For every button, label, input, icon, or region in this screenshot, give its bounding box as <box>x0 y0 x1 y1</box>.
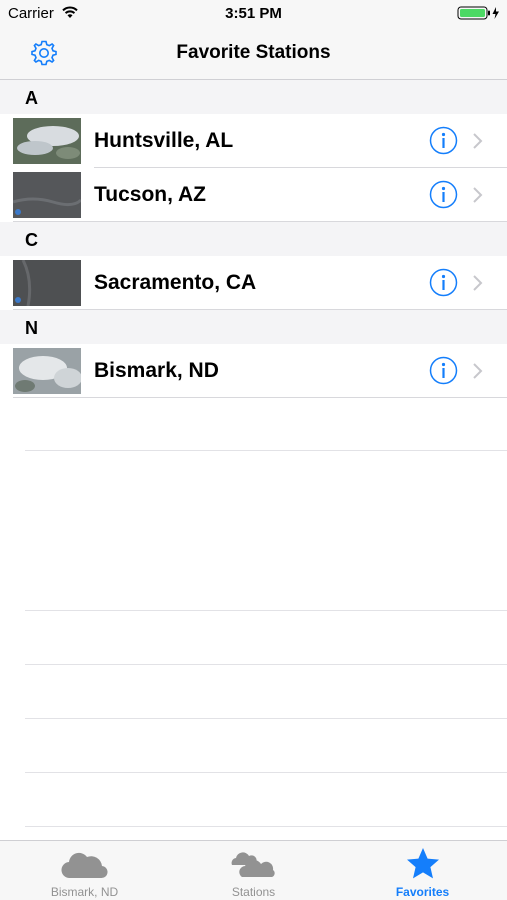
station-name: Bismark, ND <box>94 359 219 382</box>
section-header-n: N <box>0 310 507 344</box>
navigation-bar: Favorite Stations <box>0 28 507 80</box>
tab-label: Favorites <box>395 885 450 899</box>
section-header-label: C <box>25 230 38 250</box>
tab-stations[interactable]: Stations <box>169 841 338 900</box>
info-icon[interactable] <box>429 356 458 385</box>
empty-row-separator <box>25 718 507 719</box>
section-header-c: C <box>0 222 507 256</box>
station-row-tucson[interactable]: Tucson, AZ <box>0 168 507 222</box>
info-icon[interactable] <box>429 180 458 209</box>
tab-favorites[interactable]: Favorites <box>338 841 507 900</box>
station-name: Sacramento, CA <box>94 271 257 294</box>
chevron-right-icon <box>473 363 483 379</box>
empty-row-separator <box>25 450 507 451</box>
chevron-right-icon <box>473 133 483 149</box>
satellite-thumbnail <box>13 260 81 306</box>
status-time: 3:51 PM <box>225 5 282 22</box>
battery-icon <box>457 6 499 20</box>
status-bar: Carrier 3:51 PM <box>0 0 507 28</box>
satellite-thumbnail <box>13 172 81 218</box>
satellite-thumbnail <box>13 348 81 394</box>
star-icon <box>406 848 439 879</box>
info-icon[interactable] <box>429 126 458 155</box>
station-name: Huntsville, AL <box>94 129 234 152</box>
chevron-right-icon <box>473 275 483 291</box>
station-row-huntsville[interactable]: Huntsville, AL <box>0 114 507 168</box>
clouds-icon <box>231 852 275 877</box>
empty-row-separator <box>25 772 507 773</box>
tab-bismark[interactable]: Bismark, ND <box>0 841 169 900</box>
favorites-list: A Huntsville, AL Tucson, AZ C Sacramento… <box>0 80 507 398</box>
chevron-right-icon <box>473 187 483 203</box>
empty-row-separator <box>25 664 507 665</box>
section-header-label: N <box>25 318 38 338</box>
empty-row-separator <box>25 826 507 827</box>
tab-label: Stations <box>231 885 276 899</box>
cloud-icon <box>60 852 108 879</box>
tab-label: Bismark, ND <box>50 885 119 899</box>
page-title: Favorite Stations <box>176 42 331 63</box>
satellite-thumbnail <box>13 118 81 164</box>
empty-row-separator <box>25 610 507 611</box>
station-row-sacramento[interactable]: Sacramento, CA <box>0 256 507 310</box>
info-icon[interactable] <box>429 268 458 297</box>
section-header-a: A <box>0 80 507 114</box>
section-header-label: A <box>25 88 38 108</box>
tab-bar: Bismark, ND Stations Favorites <box>0 840 507 900</box>
station-name: Tucson, AZ <box>94 183 206 206</box>
station-row-bismark[interactable]: Bismark, ND <box>0 344 507 398</box>
